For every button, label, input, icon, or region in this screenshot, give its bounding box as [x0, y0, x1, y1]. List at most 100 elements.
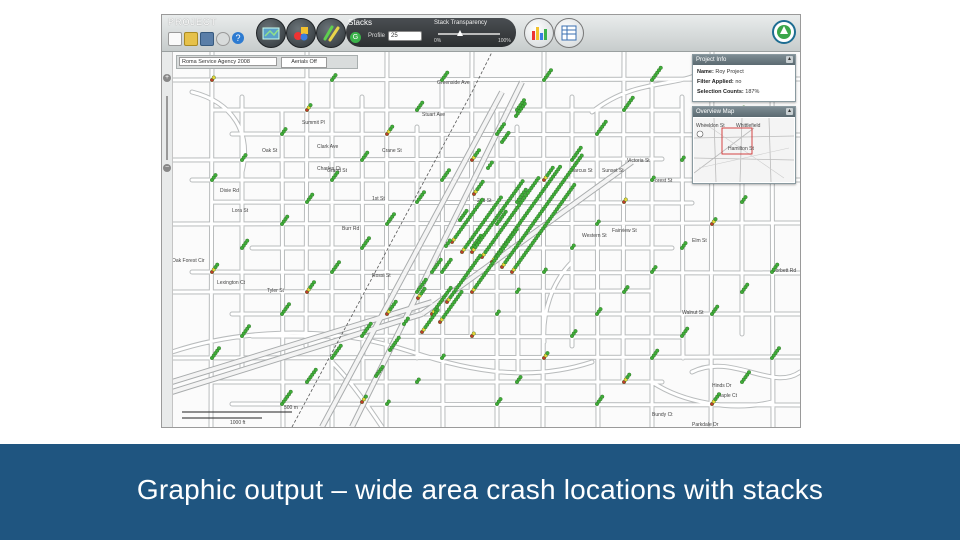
crash-marker[interactable]	[368, 321, 373, 326]
crash-marker[interactable]	[506, 130, 511, 135]
crash-marker[interactable]	[746, 370, 751, 375]
help-icon[interactable]: ?	[232, 32, 244, 44]
crash-marker[interactable]	[653, 265, 658, 270]
zoom-out-icon[interactable]: −	[163, 164, 171, 172]
crash-marker[interactable]	[308, 103, 313, 108]
crash-marker[interactable]	[681, 155, 686, 160]
crash-marker[interactable]	[521, 98, 526, 103]
crash-marker[interactable]	[310, 192, 315, 197]
crash-marker[interactable]	[365, 150, 370, 155]
crash-marker[interactable]	[396, 335, 401, 340]
agency-select[interactable]: Roma Service Agency 2008	[179, 57, 277, 66]
crash-marker[interactable]	[243, 153, 248, 158]
crash-marker[interactable]	[518, 375, 523, 380]
crash-marker[interactable]	[536, 176, 541, 181]
crash-marker[interactable]	[598, 307, 603, 312]
crash-marker[interactable]	[311, 280, 316, 285]
crash-marker[interactable]	[683, 241, 688, 246]
crash-marker[interactable]	[283, 127, 288, 132]
overview-map[interactable]: Wheeldon St Whittlefield Hamilton St	[694, 118, 794, 182]
crash-marker[interactable]	[558, 164, 563, 169]
crash-marker[interactable]	[448, 257, 453, 262]
crash-marker[interactable]	[213, 173, 218, 178]
crash-marker[interactable]	[216, 346, 221, 351]
settings-icon[interactable]	[216, 32, 230, 46]
crash-marker[interactable]	[391, 212, 396, 217]
crash-marker[interactable]	[713, 217, 718, 222]
crash-marker[interactable]	[366, 236, 371, 241]
transparency-slider-thumb[interactable]	[456, 30, 463, 36]
crash-marker[interactable]	[441, 353, 446, 358]
crash-marker[interactable]	[285, 214, 290, 219]
aerials-toggle[interactable]: Aerials Off	[281, 57, 327, 68]
crash-marker[interactable]	[390, 124, 395, 129]
crash-marker[interactable]	[420, 100, 425, 105]
crash-marker[interactable]	[338, 343, 343, 348]
crash-marker[interactable]	[630, 95, 635, 100]
crash-marker[interactable]	[478, 253, 483, 258]
crash-marker[interactable]	[776, 346, 781, 351]
crash-marker[interactable]	[333, 73, 338, 78]
crash-marker[interactable]	[363, 394, 368, 399]
crash-marker[interactable]	[685, 326, 690, 331]
crash-marker[interactable]	[435, 308, 440, 313]
crash-marker[interactable]	[520, 179, 525, 184]
crash-marker[interactable]	[522, 101, 527, 106]
stacks-tool-button[interactable]	[316, 18, 346, 48]
crash-marker[interactable]	[651, 175, 656, 180]
crash-marker[interactable]	[623, 197, 628, 202]
table-view-button[interactable]	[554, 18, 584, 48]
crash-marker[interactable]	[503, 209, 508, 214]
crash-marker[interactable]	[498, 195, 503, 200]
crash-marker[interactable]	[335, 170, 340, 175]
crash-marker[interactable]	[548, 68, 553, 73]
crash-marker[interactable]	[498, 397, 503, 402]
transparency-slider[interactable]	[438, 30, 500, 36]
crash-marker[interactable]	[489, 160, 494, 165]
zoom-in-icon[interactable]: +	[163, 74, 171, 82]
bar-chart-button[interactable]	[524, 18, 554, 48]
crash-marker[interactable]	[775, 262, 780, 267]
open-folder-icon[interactable]	[184, 32, 198, 46]
save-icon[interactable]	[200, 32, 214, 46]
crash-marker[interactable]	[448, 285, 453, 290]
crash-marker[interactable]	[446, 168, 451, 173]
crash-marker[interactable]	[514, 227, 519, 232]
crash-marker[interactable]	[516, 287, 521, 292]
collapse-icon[interactable]: ▴	[786, 56, 793, 63]
stacks-go-button[interactable]: G	[350, 32, 361, 43]
crash-marker[interactable]	[288, 389, 293, 394]
crash-marker[interactable]	[245, 238, 250, 243]
crash-marker[interactable]	[578, 145, 583, 150]
crash-marker[interactable]	[543, 267, 548, 272]
crash-marker[interactable]	[405, 316, 410, 321]
map-tool-button[interactable]	[256, 18, 286, 48]
crash-marker[interactable]	[336, 260, 341, 265]
zoom-slider[interactable]	[166, 96, 168, 160]
crash-marker[interactable]	[658, 65, 663, 70]
charts-tool-button[interactable]	[286, 18, 316, 48]
crash-marker[interactable]	[523, 187, 528, 192]
crash-marker[interactable]	[445, 70, 450, 75]
crash-marker[interactable]	[625, 285, 630, 290]
crash-marker[interactable]	[421, 190, 426, 195]
crash-marker[interactable]	[393, 299, 398, 304]
crash-marker[interactable]	[422, 286, 427, 291]
crash-marker[interactable]	[573, 329, 578, 334]
crash-marker[interactable]	[480, 197, 485, 202]
collapse-icon[interactable]: ▴	[786, 108, 793, 115]
crash-marker[interactable]	[447, 238, 452, 243]
crash-marker[interactable]	[464, 208, 469, 213]
crash-marker[interactable]	[572, 182, 577, 187]
crash-marker[interactable]	[386, 399, 391, 404]
crash-marker[interactable]	[438, 257, 443, 262]
crash-marker[interactable]	[545, 351, 550, 356]
crash-marker[interactable]	[596, 219, 601, 224]
crash-marker[interactable]	[246, 324, 251, 329]
crash-marker[interactable]	[286, 302, 291, 307]
profile-select[interactable]: 25	[388, 31, 422, 41]
crash-marker[interactable]	[655, 348, 660, 353]
crash-marker[interactable]	[313, 367, 318, 372]
crash-marker[interactable]	[743, 195, 748, 200]
crash-marker[interactable]	[745, 282, 750, 287]
